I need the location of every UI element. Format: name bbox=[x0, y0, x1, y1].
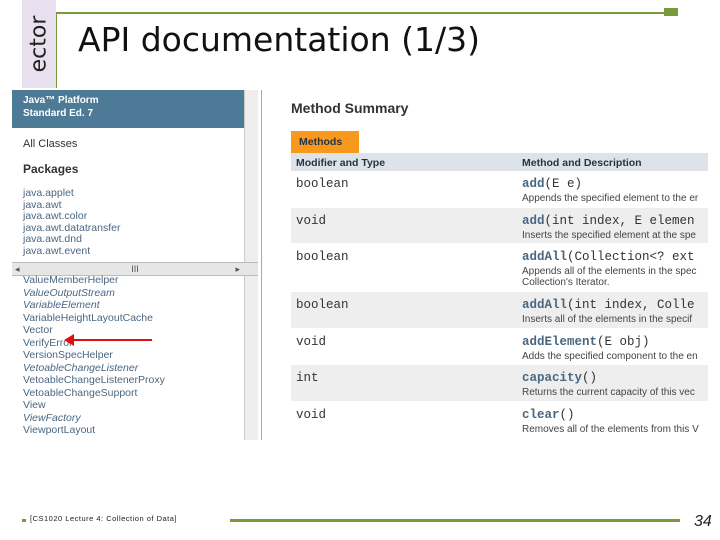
class-link[interactable]: VetoableChangeListenerProxy bbox=[23, 374, 165, 387]
javadoc-screenshot: Java™ Platform Standard Ed. 7 All Classe… bbox=[12, 90, 708, 440]
side-tab-label: ector bbox=[26, 15, 52, 73]
method-params: (E e) bbox=[544, 177, 583, 191]
all-classes-link[interactable]: All Classes bbox=[23, 138, 77, 150]
platform-banner: Java™ Platform Standard Ed. 7 bbox=[12, 90, 244, 128]
method-description: Inserts all of the elements in the speci… bbox=[522, 314, 693, 325]
table-header: Modifier and Type Method and Description bbox=[291, 153, 708, 171]
method-link[interactable]: add bbox=[522, 177, 545, 191]
method-signature: clear() bbox=[522, 408, 575, 422]
footer-rule-left bbox=[22, 519, 26, 522]
method-description: Appends the specified element to the er bbox=[522, 193, 699, 204]
method-signature: addAll(Collection<? ext bbox=[522, 250, 695, 264]
class-link[interactable]: VetoableChangeListener bbox=[23, 362, 165, 375]
table-row: int capacity() Returns the current capac… bbox=[291, 365, 708, 402]
package-link[interactable]: java.applet bbox=[23, 187, 120, 200]
banner-line1: Java™ Platform bbox=[23, 95, 99, 106]
package-scrollbar[interactable] bbox=[244, 90, 258, 262]
class-link[interactable]: View bbox=[23, 399, 165, 412]
return-type: void bbox=[296, 334, 327, 349]
slide-title: API documentation (1/3) bbox=[78, 20, 480, 59]
side-tab: ector bbox=[22, 0, 56, 88]
method-params: (E obj) bbox=[597, 334, 650, 349]
method-description: Returns the current capacity of this vec bbox=[522, 387, 695, 398]
top-rule bbox=[56, 12, 678, 14]
return-type: boolean bbox=[296, 177, 349, 191]
class-scrollbar[interactable] bbox=[244, 276, 258, 440]
class-link[interactable]: VersionSpecHelper bbox=[23, 349, 165, 362]
table-row: void addElement(E obj) Adds the specifie… bbox=[291, 329, 708, 365]
packages-heading: Packages bbox=[23, 162, 79, 176]
return-type: void bbox=[296, 407, 327, 422]
scroll-thumb-grip[interactable]: III bbox=[131, 264, 139, 274]
package-link[interactable]: java.awt.color bbox=[23, 210, 120, 223]
table-row: boolean add(E e) Appends the specified e… bbox=[291, 171, 708, 208]
method-signature: addAll(int index, Colle bbox=[522, 298, 695, 312]
table-row: void add(int index, E elemen Inserts the… bbox=[291, 207, 708, 244]
return-type: boolean bbox=[296, 250, 349, 264]
class-link[interactable]: ValueOutputStream bbox=[23, 287, 165, 300]
class-link[interactable]: VariableHeightLayoutCache bbox=[23, 312, 165, 325]
method-link[interactable]: addElement bbox=[522, 335, 597, 349]
method-link[interactable]: add bbox=[522, 214, 545, 228]
method-table: Modifier and Type Method and Description… bbox=[291, 153, 708, 438]
col-method-header: Method and Description bbox=[522, 157, 642, 169]
desc-line2: Collection's Iterator. bbox=[522, 277, 610, 288]
nav-pane: Java™ Platform Standard Ed. 7 All Classe… bbox=[12, 90, 262, 440]
method-params: (int index, E elemen bbox=[544, 213, 695, 228]
return-type: void bbox=[296, 213, 327, 228]
method-signature: addElement(E obj) bbox=[522, 335, 650, 349]
method-link[interactable]: capacity bbox=[522, 371, 582, 385]
footer-rule bbox=[230, 519, 680, 522]
table-row: boolean addAll(Collection<? ext Appends … bbox=[291, 244, 708, 292]
method-params: () bbox=[582, 371, 598, 385]
method-params: (Collection<? ext bbox=[567, 250, 695, 264]
package-list: java.applet java.awt java.awt.color java… bbox=[23, 187, 120, 258]
return-type: int bbox=[296, 371, 319, 385]
class-link[interactable]: VariableElement bbox=[23, 299, 165, 312]
method-description: Adds the specified component to the en bbox=[522, 350, 698, 362]
red-arrow-icon bbox=[64, 334, 152, 346]
method-link[interactable]: clear bbox=[522, 408, 560, 422]
title-divider bbox=[56, 12, 57, 88]
method-link[interactable]: addAll bbox=[522, 250, 567, 264]
method-summary-title: Method Summary bbox=[291, 100, 409, 116]
package-link[interactable]: java.awt.dnd bbox=[23, 233, 120, 246]
class-link[interactable]: ViewFactory bbox=[23, 412, 165, 425]
method-params: () bbox=[559, 407, 575, 422]
return-type: boolean bbox=[296, 298, 349, 312]
method-description: Inserts the specified element at the spe bbox=[522, 229, 696, 241]
method-params: (int index, Colle bbox=[567, 298, 695, 312]
class-list: ValueMemberHelper ValueOutputStream Vari… bbox=[23, 274, 165, 437]
top-rule-end bbox=[664, 8, 678, 16]
class-link-vector[interactable]: Vector bbox=[23, 324, 165, 337]
banner-line2: Standard Ed. 7 bbox=[23, 108, 94, 119]
class-link[interactable]: VetoableChangeSupport bbox=[23, 387, 165, 400]
method-signature: add(int index, E elemen bbox=[522, 214, 695, 228]
table-row: void clear() Removes all of the elements… bbox=[291, 402, 708, 438]
desc-line1: Appends all of the elements in the spec bbox=[522, 266, 697, 277]
method-link[interactable]: addAll bbox=[522, 298, 567, 312]
scroll-right-icon[interactable]: ▸ bbox=[235, 263, 240, 275]
scroll-left-icon[interactable]: ◂ bbox=[15, 263, 20, 275]
col-modifier-header: Modifier and Type bbox=[296, 157, 386, 169]
method-description: Appends all of the elements in the spec C… bbox=[522, 266, 697, 288]
package-link[interactable]: java.awt.event bbox=[23, 245, 120, 258]
method-description: Removes all of the elements from this V bbox=[522, 423, 699, 435]
page-number: 34 bbox=[694, 513, 712, 530]
table-row: boolean addAll(int index, Colle Inserts … bbox=[291, 292, 708, 329]
footer-text: [CS1020 Lecture 4: Collection of Data] bbox=[30, 514, 177, 523]
method-signature: capacity() bbox=[522, 371, 597, 385]
content-pane: Method Summary Methods Modifier and Type… bbox=[278, 90, 708, 440]
method-signature: add(E e) bbox=[522, 177, 582, 191]
class-link[interactable]: ValueMemberHelper bbox=[23, 274, 165, 287]
class-link[interactable]: ViewportLayout bbox=[23, 424, 165, 437]
methods-tab[interactable]: Methods bbox=[291, 131, 359, 153]
